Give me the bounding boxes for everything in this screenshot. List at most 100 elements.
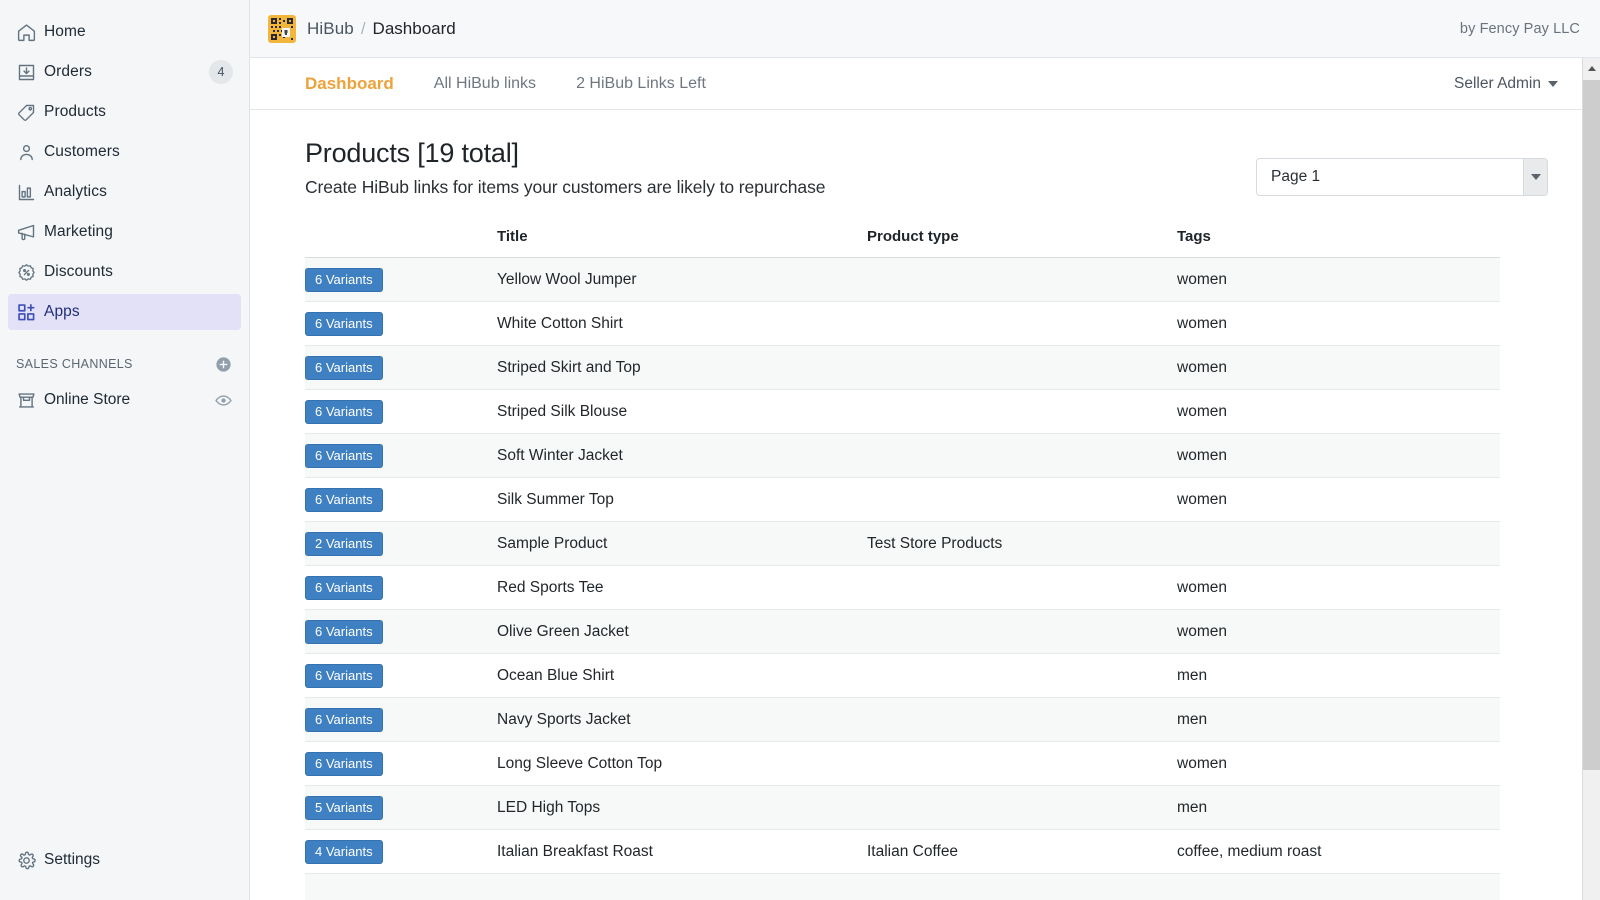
variants-button[interactable]: 6 Variants: [305, 576, 383, 600]
column-header-title: Title: [497, 228, 867, 258]
cell-tags: men: [1177, 654, 1500, 698]
cell-tags: [1177, 522, 1500, 566]
column-header-product-type: Product type: [867, 228, 1177, 258]
sales-channels-section-header: SALES CHANNELS: [8, 348, 241, 380]
sidebar-item-products[interactable]: Products: [8, 94, 241, 130]
variants-button[interactable]: 6 Variants: [305, 312, 383, 336]
account-menu[interactable]: Seller Admin: [1454, 75, 1558, 93]
table-row[interactable]: 6 VariantsOlive Green Jacketwomen: [305, 610, 1500, 654]
variants-button[interactable]: 4 Variants: [305, 840, 383, 864]
main-area: HiBub / Dashboard by Fency Pay LLC Dashb…: [250, 0, 1600, 900]
table-row[interactable]: 6 VariantsRed Sports Teewomen: [305, 566, 1500, 610]
sidebar-item-marketing[interactable]: Marketing: [8, 214, 241, 250]
sidebar-item-analytics[interactable]: Analytics: [8, 174, 241, 210]
variants-button[interactable]: 6 Variants: [305, 620, 383, 644]
page-select-toggle[interactable]: [1523, 159, 1547, 195]
tab-hibub-links-left[interactable]: 2 HiBub Links Left: [576, 75, 706, 93]
cell-variants: 2 Variants: [305, 522, 497, 566]
cell-type: [867, 610, 1177, 654]
cell-title: Yellow Wool Jumper: [497, 258, 867, 302]
variants-button[interactable]: 6 Variants: [305, 400, 383, 424]
tab-all-hibub-links[interactable]: All HiBub links: [434, 75, 536, 93]
cell-variants: 6 Variants: [305, 390, 497, 434]
sidebar-item-home[interactable]: Home: [8, 14, 241, 50]
content-inner: Products [19 total] Create HiBub links f…: [250, 138, 1600, 900]
cell-tags: women: [1177, 390, 1500, 434]
table-row[interactable]: 5 VariantsLED High Topsmen: [305, 786, 1500, 830]
cell-type: [867, 478, 1177, 522]
table-row[interactable]: 6 VariantsSilk Summer Topwomen: [305, 478, 1500, 522]
cell-type: [867, 742, 1177, 786]
cell-type: Test Store Products: [867, 522, 1177, 566]
cell-variants: 5 Variants: [305, 786, 497, 830]
sidebar-item-apps[interactable]: Apps: [8, 294, 241, 330]
sidebar-item-orders[interactable]: Orders 4: [8, 54, 241, 90]
cell-title: Olive Green Jacket: [497, 610, 867, 654]
variants-button[interactable]: 5 Variants: [305, 796, 383, 820]
cell-tags: coffee, medium roast: [1177, 830, 1500, 874]
scroll-thumb[interactable]: [1583, 80, 1600, 770]
variants-button[interactable]: 6 Variants: [305, 664, 383, 688]
table-row[interactable]: 6 VariantsNavy Sports Jacketmen: [305, 698, 1500, 742]
cell-type: [867, 874, 1177, 900]
plus-circle-icon[interactable]: [214, 355, 233, 374]
cell-tags: men: [1177, 786, 1500, 830]
table-row[interactable]: [305, 874, 1500, 900]
sidebar-item-settings[interactable]: Settings: [0, 842, 250, 878]
breadcrumb-current: Dashboard: [373, 19, 456, 39]
breadcrumb-app-name[interactable]: HiBub: [307, 19, 354, 39]
cell-variants: 6 Variants: [305, 654, 497, 698]
breadcrumb-separator: /: [361, 19, 366, 39]
table-row[interactable]: 6 VariantsStriped Skirt and Topwomen: [305, 346, 1500, 390]
page-select[interactable]: Page 1: [1256, 158, 1548, 196]
variants-button[interactable]: 6 Variants: [305, 752, 383, 776]
cell-title: Silk Summer Top: [497, 478, 867, 522]
sidebar-item-discounts[interactable]: Discounts: [8, 254, 241, 290]
table-header-row: Title Product type Tags: [305, 228, 1500, 258]
cell-tags: women: [1177, 434, 1500, 478]
vertical-scrollbar[interactable]: [1582, 58, 1600, 900]
table-row[interactable]: 6 VariantsStriped Silk Blousewomen: [305, 390, 1500, 434]
cell-title: Long Sleeve Cotton Top: [497, 742, 867, 786]
cell-variants: 6 Variants: [305, 302, 497, 346]
home-icon: [16, 21, 44, 43]
products-table-header: Title Product type Tags: [305, 228, 1500, 258]
variants-button[interactable]: 6 Variants: [305, 356, 383, 380]
table-row[interactable]: 6 VariantsYellow Wool Jumperwomen: [305, 258, 1500, 302]
sidebar-nav-list: Home Orders 4 Products Customers: [0, 0, 249, 330]
table-row[interactable]: 6 VariantsWhite Cotton Shirtwomen: [305, 302, 1500, 346]
table-row[interactable]: 2 VariantsSample ProductTest Store Produ…: [305, 522, 1500, 566]
cell-type: [867, 434, 1177, 478]
cell-tags: women: [1177, 566, 1500, 610]
cell-type: Italian Coffee: [867, 830, 1177, 874]
app-tabbar: Dashboard All HiBub links 2 HiBub Links …: [250, 58, 1600, 110]
table-row[interactable]: 4 VariantsItalian Breakfast RoastItalian…: [305, 830, 1500, 874]
app-byline: by Fency Pay LLC: [1460, 21, 1580, 37]
tab-dashboard[interactable]: Dashboard: [305, 74, 394, 94]
scroll-up-arrow-icon[interactable]: [1583, 60, 1600, 76]
sidebar-item-customers[interactable]: Customers: [8, 134, 241, 170]
cell-variants: 6 Variants: [305, 698, 497, 742]
variants-button[interactable]: 6 Variants: [305, 444, 383, 468]
marketing-megaphone-icon: [16, 221, 44, 243]
variants-button[interactable]: 6 Variants: [305, 708, 383, 732]
hibub-qr-app-icon: [268, 15, 296, 43]
cell-title: Striped Skirt and Top: [497, 346, 867, 390]
sidebar-item-label: Customers: [44, 143, 120, 161]
products-tag-icon: [16, 101, 44, 123]
sidebar-item-online-store[interactable]: Online Store: [8, 382, 241, 418]
table-row[interactable]: 6 Variants Soft Winter Jacket women: [305, 434, 1500, 478]
variants-button[interactable]: 2 Variants: [305, 532, 383, 556]
cell-title: Navy Sports Jacket: [497, 698, 867, 742]
cell-title: Soft Winter Jacket: [497, 434, 867, 478]
apps-grid-plus-icon: [16, 301, 44, 323]
sidebar-item-label: Settings: [44, 851, 100, 869]
variants-button[interactable]: 6 Variants: [305, 488, 383, 512]
variants-button[interactable]: 6 Variants: [305, 268, 383, 292]
sidebar-item-label: Online Store: [44, 391, 130, 409]
eye-icon[interactable]: [214, 391, 233, 410]
table-row[interactable]: 6 VariantsOcean Blue Shirtmen: [305, 654, 1500, 698]
content-scroll-region: Products [19 total] Create HiBub links f…: [250, 110, 1600, 900]
table-row[interactable]: 6 VariantsLong Sleeve Cotton Topwomen: [305, 742, 1500, 786]
cell-variants: 6 Variants: [305, 346, 497, 390]
